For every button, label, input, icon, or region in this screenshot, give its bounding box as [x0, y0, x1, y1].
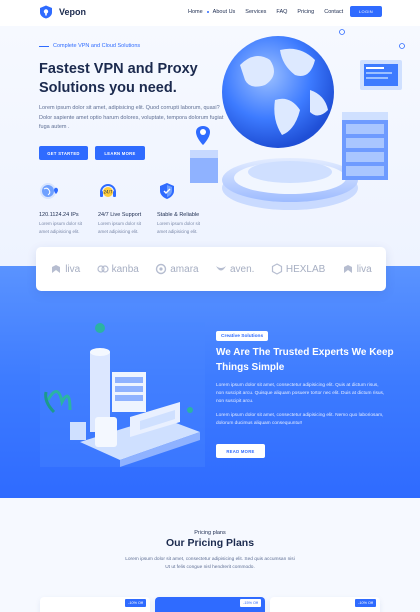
brand-kanba: kanba — [96, 263, 139, 275]
isometric-server-illustration — [40, 322, 205, 467]
brand-aven: aven. — [215, 263, 254, 275]
read-more-button[interactable]: READ MORE — [216, 444, 265, 458]
feature-desc: Lorem ipsum dolor sit amet adipisicing e… — [98, 221, 142, 234]
shield-logo-icon — [40, 5, 52, 19]
creative-solutions-badge: Creative Solutions — [216, 331, 269, 341]
brand-liva: liva — [50, 263, 80, 275]
nav-pricing[interactable]: Pricing — [297, 9, 314, 15]
login-button[interactable]: LOGIN — [350, 6, 382, 17]
brand-logos-strip: liva kanba amara aven. HEXLAB liva — [36, 247, 386, 291]
nav-faq[interactable]: FAQ — [276, 9, 287, 15]
brand-text: aven. — [229, 263, 255, 275]
kanba-logo-icon — [96, 265, 109, 273]
pricing-card-standard[interactable]: -15% Off — [155, 597, 265, 612]
liva-logo-icon — [343, 265, 352, 273]
globe-server-illustration — [190, 29, 405, 210]
globe-pin-icon — [40, 183, 58, 199]
pricing-card-premium[interactable]: -10% Off — [270, 597, 380, 612]
brand-text: liva — [356, 263, 372, 275]
brand-text: kanba — [111, 263, 139, 275]
hero-tagline: Complete VPN and Cloud Solutions — [39, 43, 140, 49]
get-started-button[interactable]: GET STARTED — [39, 146, 88, 160]
brand-name: Vepon — [59, 7, 87, 17]
nav-about[interactable]: About Us — [213, 9, 236, 15]
pricing-title: Our Pricing Plans — [165, 537, 255, 549]
feature-ips: 120.1124.24 IPs Lorem ipsum dolor sit am… — [39, 181, 99, 236]
shield-icon — [160, 183, 174, 199]
brand-text: amara — [170, 263, 199, 275]
aven-logo-icon — [215, 266, 226, 271]
tagline-text: Complete VPN and Cloud Solutions — [53, 43, 141, 49]
feature-support: 24/7 24/7 Live Support Lorem ipsum dolor… — [98, 181, 158, 236]
feature-title: 120.1124.24 IPs — [39, 212, 79, 218]
brand-text: HEXLAB — [285, 263, 326, 275]
brand-logo[interactable]: Vepon — [39, 5, 86, 19]
discount-badge: -10% Off — [355, 599, 376, 607]
brand-hexlab: HEXLAB — [271, 263, 325, 275]
hexlab-logo-icon — [271, 263, 282, 275]
svg-text:24/7: 24/7 — [104, 190, 113, 195]
discount-badge: -10% Off — [125, 599, 146, 607]
pricing-subtitle: Pricing plans — [194, 530, 226, 536]
brand-liva-2: liva — [342, 263, 372, 275]
brand-text: liva — [65, 263, 81, 275]
nav-services[interactable]: Services — [245, 9, 266, 15]
discount-badge: -15% Off — [240, 599, 261, 607]
pricing-background — [0, 498, 420, 612]
brand-amara: amara — [155, 263, 199, 275]
liva-logo-icon — [52, 265, 61, 273]
feature-desc: Lorem ipsum dolor sit amet adipisicing e… — [39, 221, 83, 234]
headset-24-7-icon: 24/7 — [100, 184, 116, 197]
pricing-card-basic[interactable]: -10% Off — [40, 597, 150, 612]
nav-contact[interactable]: Contact — [324, 9, 343, 15]
nav-home[interactable]: Home — [188, 9, 209, 15]
experts-paragraph-2: Lorem ipsum dolor sit amet, consectetur … — [216, 413, 384, 426]
tagline-line — [39, 45, 49, 47]
experts-paragraph-1: Lorem ipsum dolor sit amet, consectetur … — [216, 383, 385, 404]
amara-logo-icon — [156, 263, 167, 275]
pricing-description: Lorem ipsum dolor sit amet, consectetur … — [125, 557, 295, 570]
feature-title: 24/7 Live Support — [98, 212, 142, 218]
main-nav: Home About Us Services FAQ Pricing Conta… — [188, 9, 353, 15]
learn-more-button[interactable]: LEARN MORE — [95, 146, 145, 160]
feature-desc: Lorem ipsum dolor sit amet adipisicing e… — [157, 221, 201, 234]
experts-title: We Are The Trusted Experts We Keep Thing… — [216, 347, 394, 373]
